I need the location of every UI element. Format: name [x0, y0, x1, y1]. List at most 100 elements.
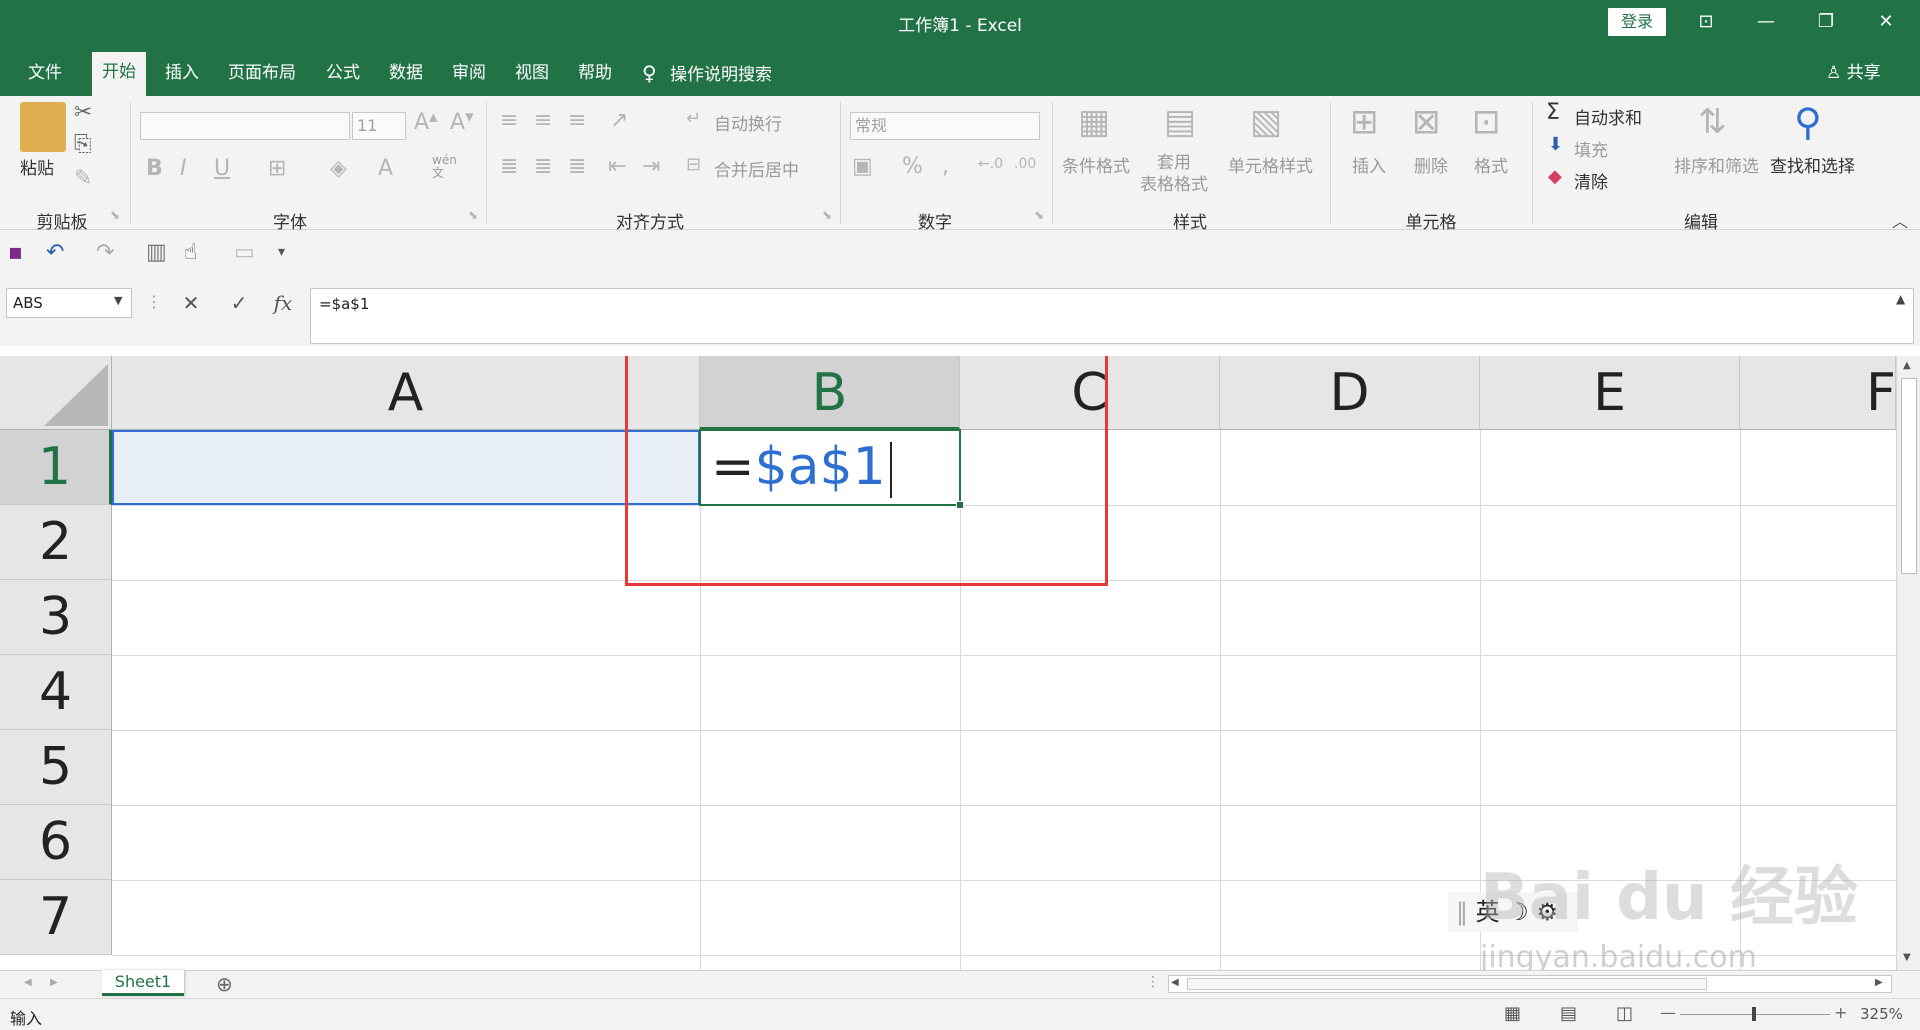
cell-styles-icon[interactable]: ▧	[1250, 102, 1282, 142]
horizontal-scroll-thumb[interactable]	[1187, 978, 1707, 990]
align-left-icon[interactable]: ≣	[500, 154, 518, 179]
tab-data[interactable]: 数据	[379, 58, 433, 96]
accounting-format-icon[interactable]: ▣	[852, 154, 873, 179]
percent-icon[interactable]: %	[902, 154, 923, 179]
name-box-dropdown-icon[interactable]: ▼	[114, 294, 122, 307]
expand-formula-bar-icon[interactable]: ▲	[1896, 292, 1905, 306]
format-as-table-icon[interactable]: ▤	[1164, 102, 1196, 142]
autosum-button[interactable]: 自动求和	[1574, 104, 1642, 129]
decrease-indent-icon[interactable]: ⇤	[608, 154, 626, 179]
decrease-decimal-icon[interactable]: .00	[1014, 156, 1036, 172]
row-header-4[interactable]: 4	[0, 655, 112, 730]
horizontal-scrollbar[interactable]: ◀ ▶	[1168, 975, 1892, 993]
close-icon[interactable]: ✕	[1856, 0, 1916, 44]
open-icon[interactable]: ▭	[234, 240, 255, 265]
ribbon-display-icon[interactable]: ⊡	[1676, 0, 1736, 44]
bold-icon[interactable]: B	[146, 156, 163, 181]
paste-button[interactable]: 粘贴	[20, 154, 54, 179]
share-button[interactable]: ♙ 共享	[1826, 58, 1881, 88]
grow-font-icon[interactable]: A▲	[414, 110, 438, 135]
font-size-combo[interactable]: 11	[352, 112, 406, 140]
sort-filter-button[interactable]: 排序和筛选	[1674, 152, 1759, 177]
fill-icon[interactable]: ⬇	[1548, 134, 1563, 155]
row-header-7[interactable]: 7	[0, 880, 112, 955]
format-cells-button[interactable]: 格式	[1474, 152, 1508, 177]
login-button[interactable]: 登录	[1608, 8, 1666, 36]
copy-icon[interactable]: ⎘	[74, 132, 92, 157]
tab-review[interactable]: 审阅	[442, 58, 496, 96]
font-launcher-icon[interactable]: ⬊	[468, 208, 478, 222]
delete-cells-icon[interactable]: ⊠	[1412, 102, 1441, 142]
tab-help[interactable]: 帮助	[568, 58, 622, 96]
fill-button[interactable]: 填充	[1574, 136, 1608, 161]
referenced-cell-a1[interactable]	[112, 430, 700, 505]
wrap-text-button[interactable]: 自动换行	[714, 110, 782, 135]
font-name-combo[interactable]	[140, 112, 350, 140]
select-all-corner[interactable]	[0, 356, 112, 430]
autosum-icon[interactable]: Σ	[1546, 100, 1560, 125]
tab-formulas[interactable]: 公式	[316, 58, 370, 96]
align-right-icon[interactable]: ≣	[568, 154, 586, 179]
save-icon[interactable]: ▪	[8, 240, 23, 265]
tab-insert[interactable]: 插入	[155, 58, 209, 96]
prev-sheet-icon[interactable]: ◀	[24, 977, 32, 988]
paste-icon[interactable]	[20, 102, 66, 152]
align-center-icon[interactable]: ≣	[534, 154, 552, 179]
worksheet-grid[interactable]: A B C D E F 1 2 3 4 5 6 7 =$a$1 ‖ 英 ☽ ⚙ …	[0, 356, 1896, 970]
page-layout-view-icon[interactable]: ▤	[1560, 1003, 1577, 1024]
format-cells-icon[interactable]: ⊡	[1472, 102, 1501, 142]
shrink-font-icon[interactable]: A▼	[450, 110, 474, 135]
zoom-in-icon[interactable]: +	[1834, 1003, 1847, 1022]
find-select-button[interactable]: 查找和选择	[1770, 152, 1855, 177]
middle-align-icon[interactable]: ≡	[534, 108, 552, 133]
top-align-icon[interactable]: ≡	[500, 108, 518, 133]
scroll-up-icon[interactable]: ▲	[1903, 360, 1911, 371]
customize-qat-icon[interactable]: ▾	[278, 244, 285, 260]
drag-handle-icon[interactable]: ⋮	[146, 292, 162, 311]
tab-view[interactable]: 视图	[505, 58, 559, 96]
row-header-6[interactable]: 6	[0, 805, 112, 880]
phonetic-icon[interactable]: wén 文	[432, 154, 457, 180]
scroll-right-icon[interactable]: ▶	[1875, 977, 1883, 988]
conditional-format-button[interactable]: 条件格式	[1062, 152, 1130, 177]
formula-input[interactable]: =$a$1	[310, 288, 1914, 344]
column-header-e[interactable]: E	[1480, 356, 1740, 430]
touch-mode-icon[interactable]: ☝	[184, 240, 197, 265]
sheet-tab-sheet1[interactable]: Sheet1	[102, 970, 184, 996]
next-sheet-icon[interactable]: ▶	[50, 977, 58, 988]
insert-cells-button[interactable]: 插入	[1352, 152, 1386, 177]
insert-cells-icon[interactable]: ⊞	[1350, 102, 1379, 142]
bottom-align-icon[interactable]: ≡	[568, 108, 586, 133]
clear-icon[interactable]: ◆	[1548, 166, 1562, 187]
scroll-left-icon[interactable]: ◀	[1171, 977, 1179, 988]
row-header-2[interactable]: 2	[0, 505, 112, 580]
increase-decimal-icon[interactable]: ←.0	[978, 156, 1003, 172]
merge-center-icon[interactable]: ⊟	[686, 154, 701, 175]
split-handle-icon[interactable]: ⋮	[1146, 974, 1160, 990]
clipboard-launcher-icon[interactable]: ⬊	[110, 208, 120, 222]
collapse-ribbon-icon[interactable]: ︿	[1892, 208, 1908, 232]
new-sheet-icon[interactable]: ⊕	[216, 972, 233, 996]
zoom-out-icon[interactable]: —	[1660, 1003, 1676, 1022]
increase-indent-icon[interactable]: ⇥	[642, 154, 660, 179]
restore-icon[interactable]: ❐	[1796, 0, 1856, 44]
zoom-slider-thumb[interactable]	[1752, 1007, 1756, 1021]
alignment-launcher-icon[interactable]: ⬊	[822, 208, 832, 222]
vertical-scroll-thumb[interactable]	[1901, 378, 1917, 574]
tab-page-layout[interactable]: 页面布局	[218, 58, 306, 96]
borders-icon[interactable]: ⊞	[268, 156, 286, 181]
page-break-view-icon[interactable]: ◫	[1616, 1003, 1633, 1024]
format-painter-icon[interactable]: ✎	[74, 166, 92, 191]
number-format-combo[interactable]: 常规	[850, 112, 1040, 140]
merge-center-button[interactable]: 合并后居中	[714, 156, 799, 181]
undo-icon[interactable]: ↶	[46, 240, 64, 265]
column-header-a[interactable]: A	[112, 356, 700, 430]
insert-function-icon[interactable]: fx	[268, 288, 298, 318]
redo-icon[interactable]: ↷	[96, 240, 114, 265]
underline-icon[interactable]: U	[214, 156, 230, 181]
enter-icon[interactable]: ✓	[224, 288, 254, 318]
tab-home[interactable]: 开始	[92, 52, 146, 96]
vertical-scrollbar[interactable]: ▲ ▼	[1896, 356, 1920, 970]
cut-icon[interactable]: ✂	[74, 100, 92, 125]
comma-style-icon[interactable]: ,	[942, 154, 949, 179]
